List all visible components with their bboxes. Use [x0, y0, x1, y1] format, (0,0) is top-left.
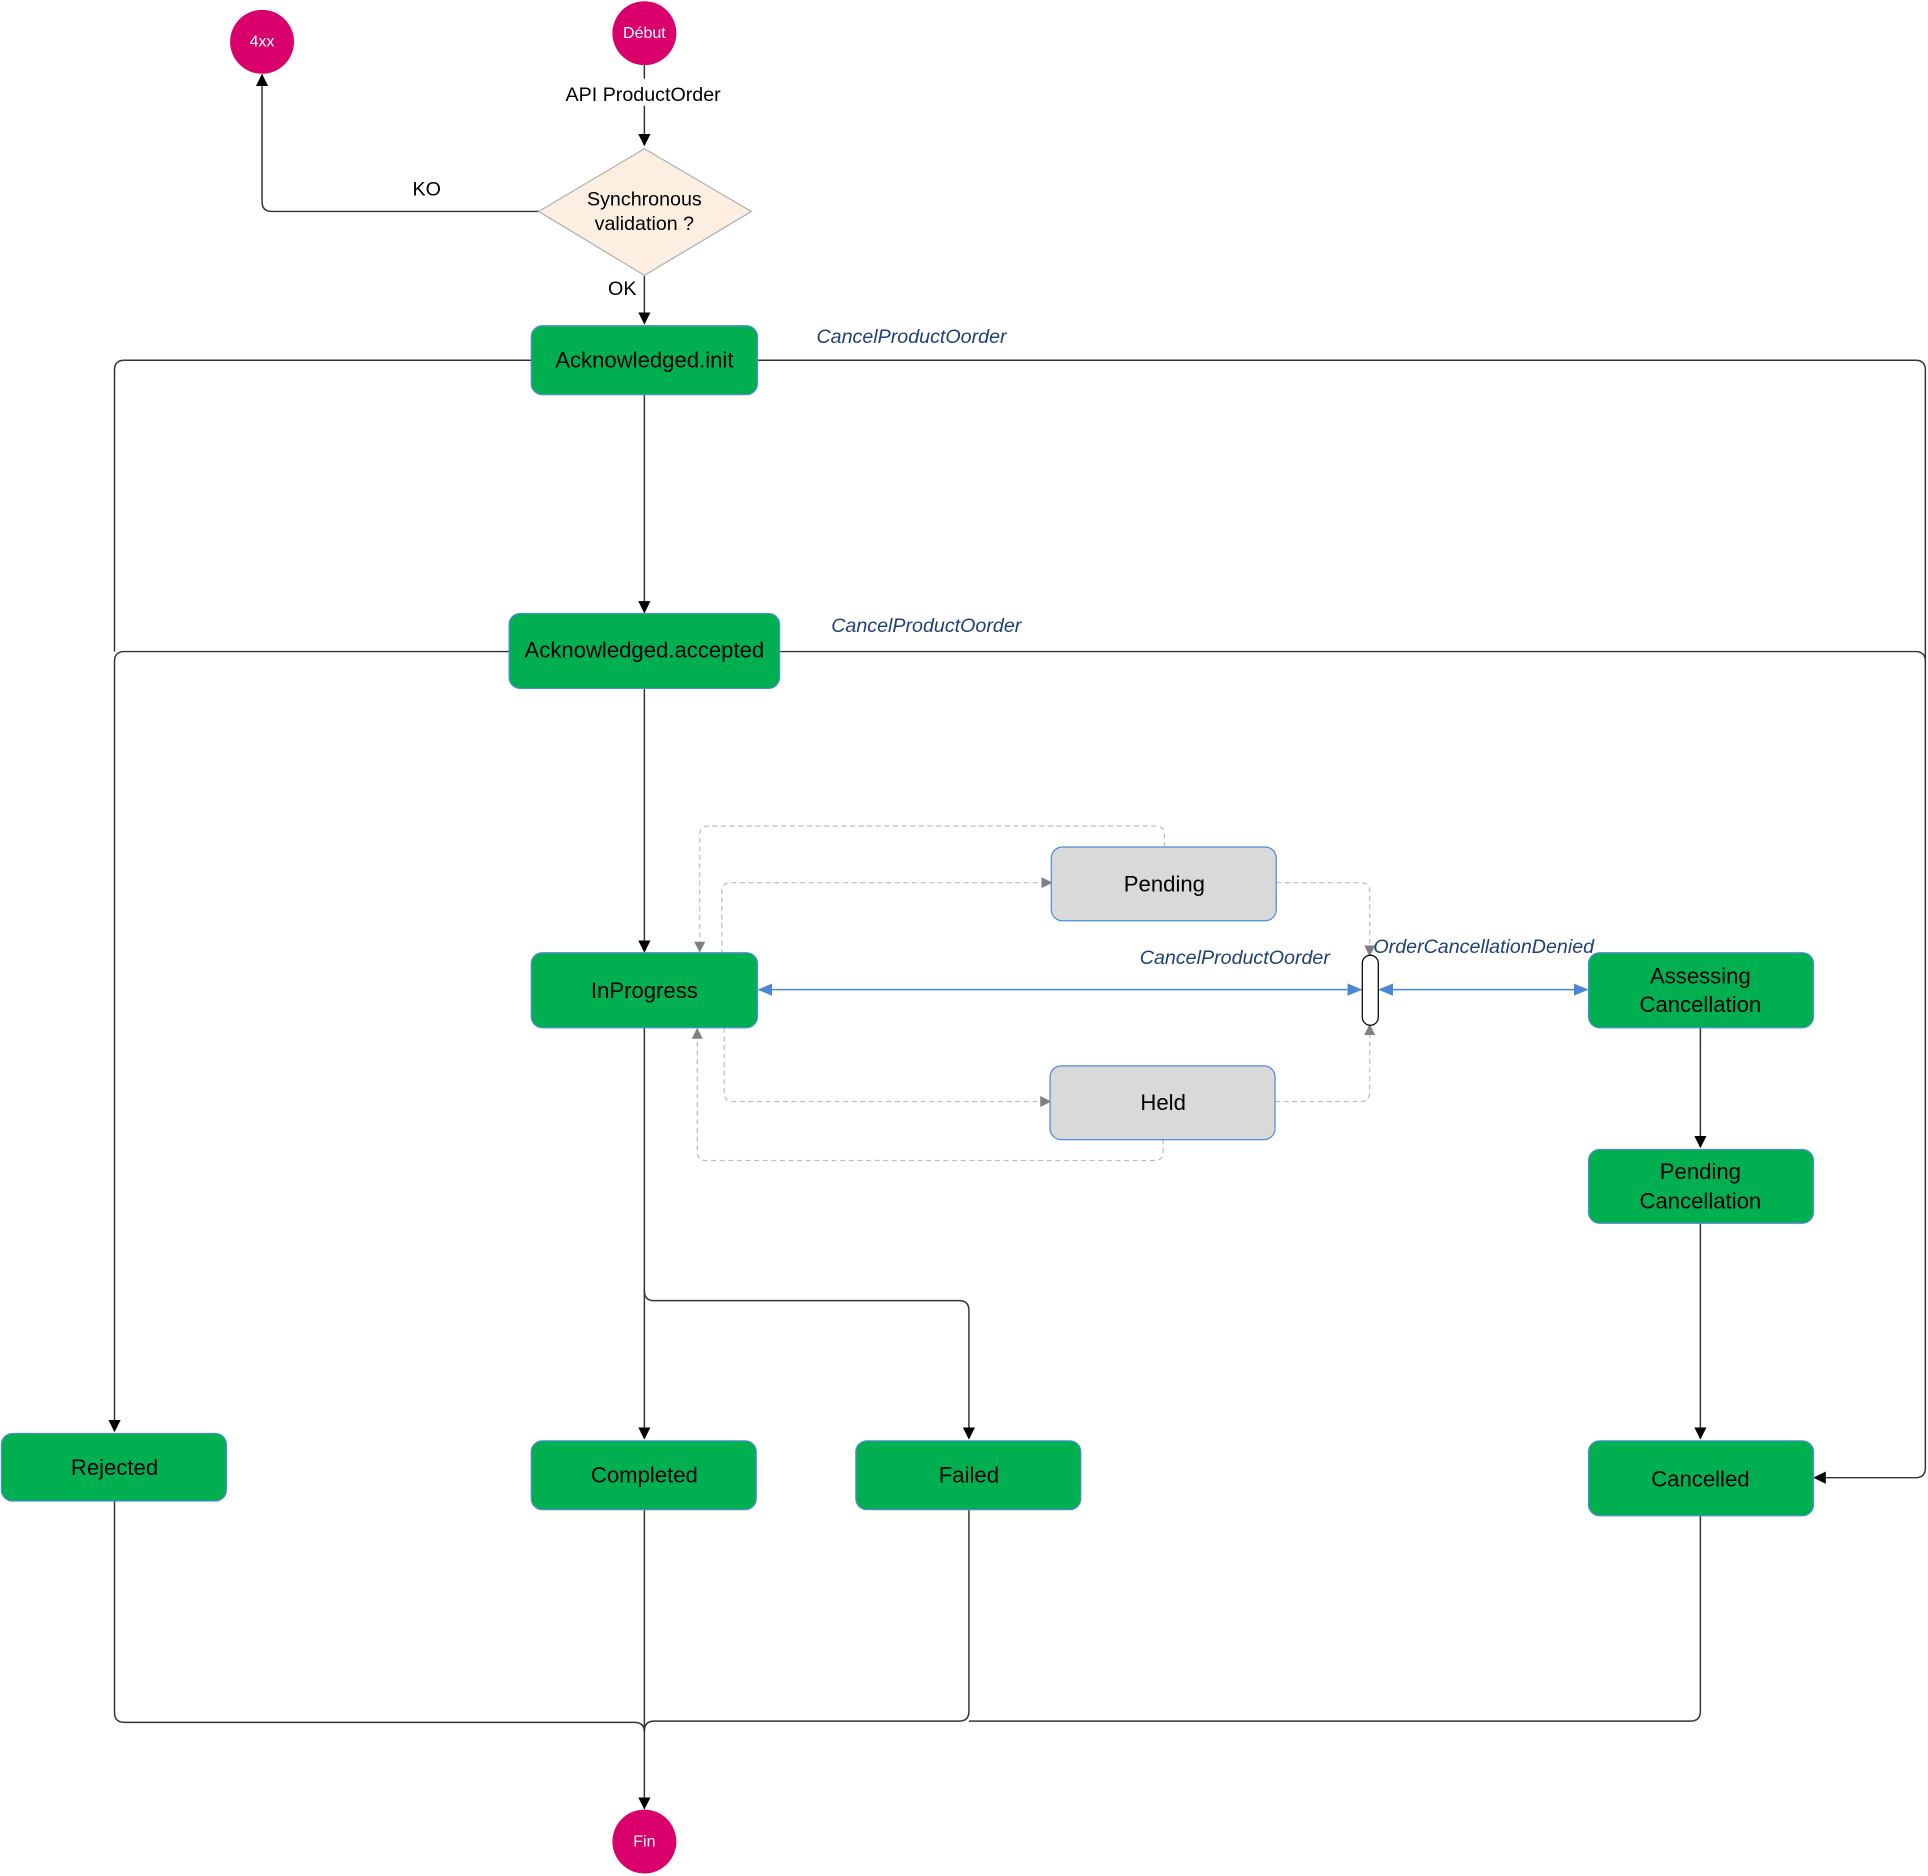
edge-pending-to-junction: [1276, 882, 1376, 957]
event-cancellation-denied: OrderCancellationDenied: [1373, 936, 1595, 958]
event-cancel-accepted: CancelProductOorder: [831, 615, 1023, 637]
end-node: Fin: [612, 1809, 677, 1874]
state-label: Acknowledged.accepted: [525, 638, 765, 663]
start-node: Début: [612, 1, 677, 66]
state-label-line-2: Cancellation: [1640, 992, 1762, 1017]
edge-inprogress-to-failed: [643, 1290, 976, 1440]
state-label: Held: [1140, 1090, 1185, 1115]
state-failed[interactable]: Failed: [855, 1440, 1082, 1511]
cancellation-junction: [1361, 954, 1379, 1026]
state-diagram: Début 4xx Fin Synchronous validation ? A…: [0, 1, 1927, 1874]
error-node: 4xx: [230, 9, 294, 74]
state-label-line-1: Assessing: [1650, 963, 1751, 988]
edge-accepted-to-cancelled: [779, 650, 1927, 662]
label-ko: KO: [413, 178, 441, 200]
validation-decision: Synchronous validation ?: [537, 148, 753, 277]
state-pending-cancellation[interactable]: Pending Cancellation: [1587, 1148, 1815, 1224]
state-assessing-cancellation[interactable]: Assessing Cancellation: [1587, 952, 1815, 1029]
edge-init-to-cancelled: [757, 359, 1927, 1484]
start-node-label: Début: [623, 25, 666, 42]
decision-line-2: validation ?: [595, 213, 695, 235]
edge-accepted-to-rejected: [108, 650, 510, 1433]
state-acknowledged-init[interactable]: Acknowledged.init: [530, 325, 759, 396]
state-rejected[interactable]: Rejected: [0, 1432, 227, 1502]
edge-failed-to-end: [643, 1509, 970, 1731]
edge-inprogress-to-held: [723, 1027, 1052, 1108]
state-acknowledged-accepted[interactable]: Acknowledged.accepted: [508, 612, 781, 690]
state-pending[interactable]: Pending: [1050, 846, 1277, 922]
edge-held-to-junction: [1275, 1024, 1376, 1103]
state-cancelled[interactable]: Cancelled: [1587, 1440, 1815, 1517]
state-label: InProgress: [591, 978, 698, 1003]
state-label: Rejected: [71, 1455, 158, 1480]
state-label: Completed: [591, 1463, 698, 1488]
edge-inprogress-to-pending: [721, 877, 1053, 954]
error-node-label: 4xx: [250, 34, 275, 51]
state-label: Failed: [939, 1463, 999, 1488]
state-label: Pending: [1124, 871, 1205, 896]
label-api-productorder: API ProductOrder: [566, 84, 722, 106]
state-in-progress[interactable]: InProgress: [530, 952, 759, 1029]
edge-rejected-to-end: [113, 1501, 646, 1733]
state-held[interactable]: Held: [1049, 1065, 1276, 1141]
edges: [108, 65, 1927, 1810]
edge-ko-to-4xx: [255, 73, 539, 213]
state-label: Acknowledged.init: [555, 348, 733, 373]
end-node-label: Fin: [633, 1833, 655, 1850]
event-cancel-init: CancelProductOorder: [816, 326, 1008, 348]
state-label-line-2: Cancellation: [1640, 1188, 1762, 1213]
event-cancel-inprogress: CancelProductOorder: [1140, 947, 1332, 969]
label-ok: OK: [608, 278, 636, 300]
edge-cancelled-to-end: [968, 1515, 1702, 1722]
edge-init-to-rejected: [113, 359, 532, 652]
state-label: Cancelled: [1651, 1466, 1749, 1491]
decision-line-1: Synchronous: [587, 188, 702, 210]
state-label-line-1: Pending: [1660, 1159, 1741, 1184]
state-completed[interactable]: Completed: [530, 1440, 757, 1511]
